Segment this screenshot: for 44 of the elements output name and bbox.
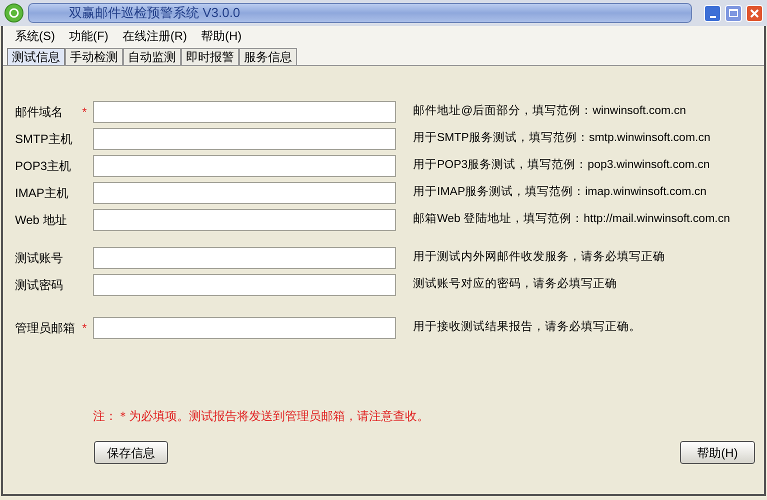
field-label: SMTP主机 — [15, 130, 74, 148]
field-label: 测试账号 — [15, 250, 64, 266]
field-label: 管理员邮箱 — [15, 320, 76, 336]
field-label: POP3主机 — [15, 158, 72, 174]
menu-item[interactable]: 帮助(H) — [201, 27, 242, 45]
input-field[interactable] — [93, 182, 396, 204]
field-hint: 用于SMTP服务测试，填写范例：smtp.winwinsoft.com.cn — [413, 130, 710, 146]
required-note: 注：＊为必填项。测试报告将发送到管理员邮箱，请注意查收。 — [93, 408, 430, 425]
field-hint: 用于POP3服务测试，填写范例：pop3.winwinsoft.com.cn — [413, 158, 710, 173]
field-hint: 邮箱Web 登陆地址，填写范例：http://mail.winwinsoft.com.cn — [413, 212, 730, 227]
input-field[interactable] — [93, 316, 396, 338]
menu-item[interactable]: 在线注册(R) — [122, 27, 187, 45]
field-hint: 用于IMAP服务测试，填写范例：imap.winwinsoft.com.cn — [413, 184, 707, 200]
window-title: 双赢邮件巡检预警系统 V3.0.0 — [68, 4, 240, 22]
field-hint: 用于接收测试结果报告，请务必填写正确。 — [413, 320, 641, 335]
field-label: 测试密码 — [15, 276, 64, 294]
tab[interactable]: 即时报警 — [181, 48, 239, 65]
field-hint: 邮件地址@后面部分，填写范例：winwinsoft.com.cn — [413, 103, 686, 119]
field-label: IMAP主机 — [15, 184, 70, 202]
close-button[interactable] — [746, 4, 763, 22]
save-button[interactable]: 保存信息 — [94, 441, 168, 464]
input-field[interactable] — [93, 274, 396, 296]
minimize-button[interactable] — [704, 4, 721, 22]
input-field[interactable] — [93, 128, 396, 150]
field-hint: 测试账号对应的密码，请务必填写正确 — [413, 276, 617, 292]
help-button[interactable]: 帮助(H) — [680, 441, 755, 464]
menu-item[interactable]: 功能(F) — [69, 27, 108, 45]
maximize-button[interactable] — [725, 4, 742, 22]
tab[interactable]: 自动监测 — [123, 48, 181, 65]
input-field[interactable] — [93, 100, 396, 122]
app-icon — [4, 3, 24, 23]
tab[interactable]: 服务信息 — [239, 48, 297, 65]
field-hint: 用于测试内外网邮件收发服务，请务必填写正确 — [413, 250, 665, 265]
menu-item[interactable]: 系统(S) — [15, 27, 55, 45]
required-mark: * — [82, 104, 87, 120]
required-mark: * — [82, 320, 87, 336]
field-label: Web 地址 — [15, 212, 68, 228]
input-field[interactable] — [93, 154, 396, 176]
close-icon — [750, 8, 759, 18]
tab[interactable]: 手动检测 — [65, 48, 123, 65]
input-field[interactable] — [93, 246, 396, 268]
input-field[interactable] — [93, 208, 396, 230]
field-label: 邮件域名 — [15, 104, 64, 120]
tab[interactable]: 测试信息 — [7, 48, 65, 65]
